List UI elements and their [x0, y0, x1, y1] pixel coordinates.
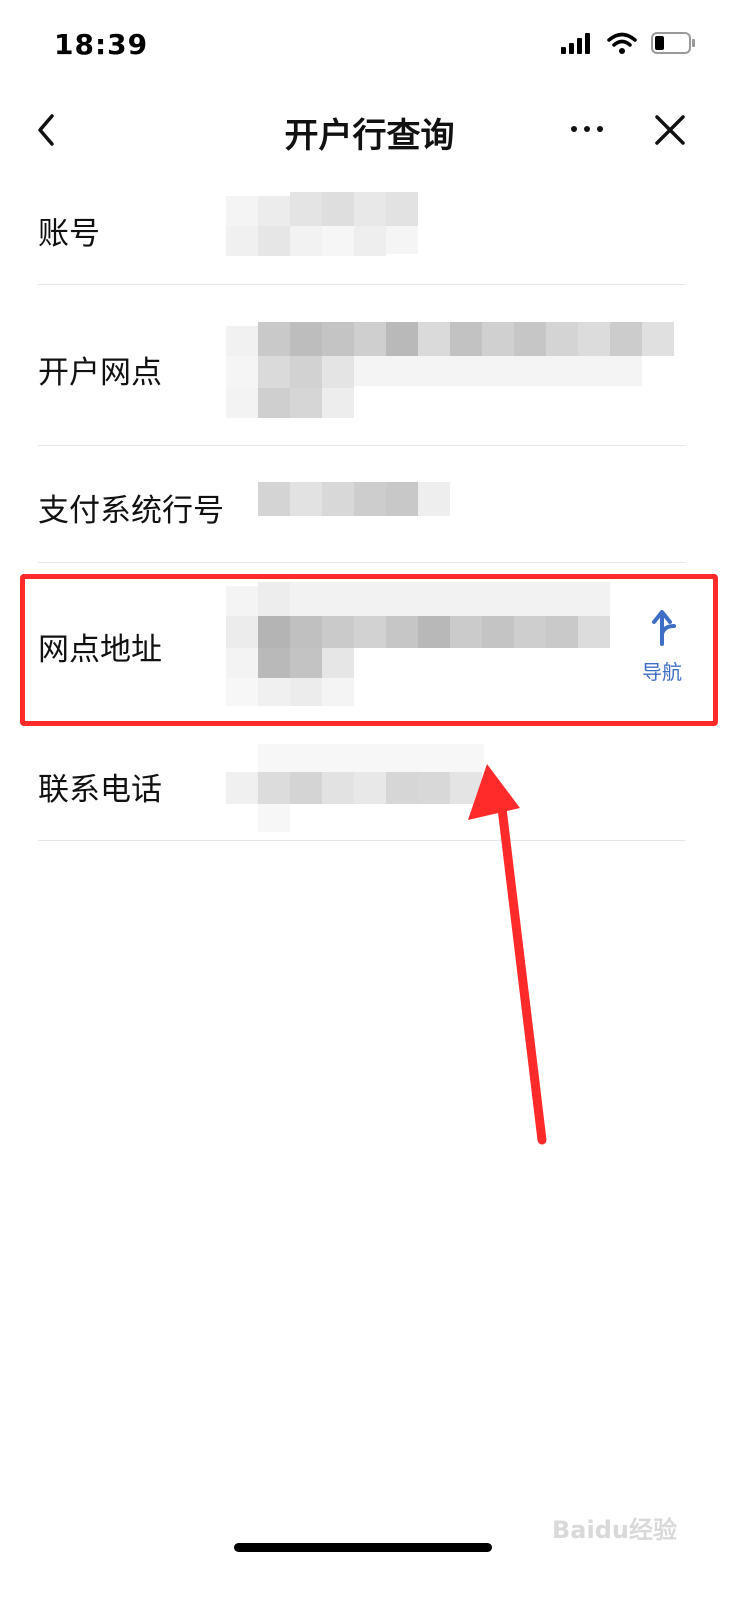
watermark: Baidu经验: [552, 1516, 677, 1544]
home-indicator[interactable]: [234, 1543, 492, 1552]
annotation-arrow: [468, 764, 547, 1145]
